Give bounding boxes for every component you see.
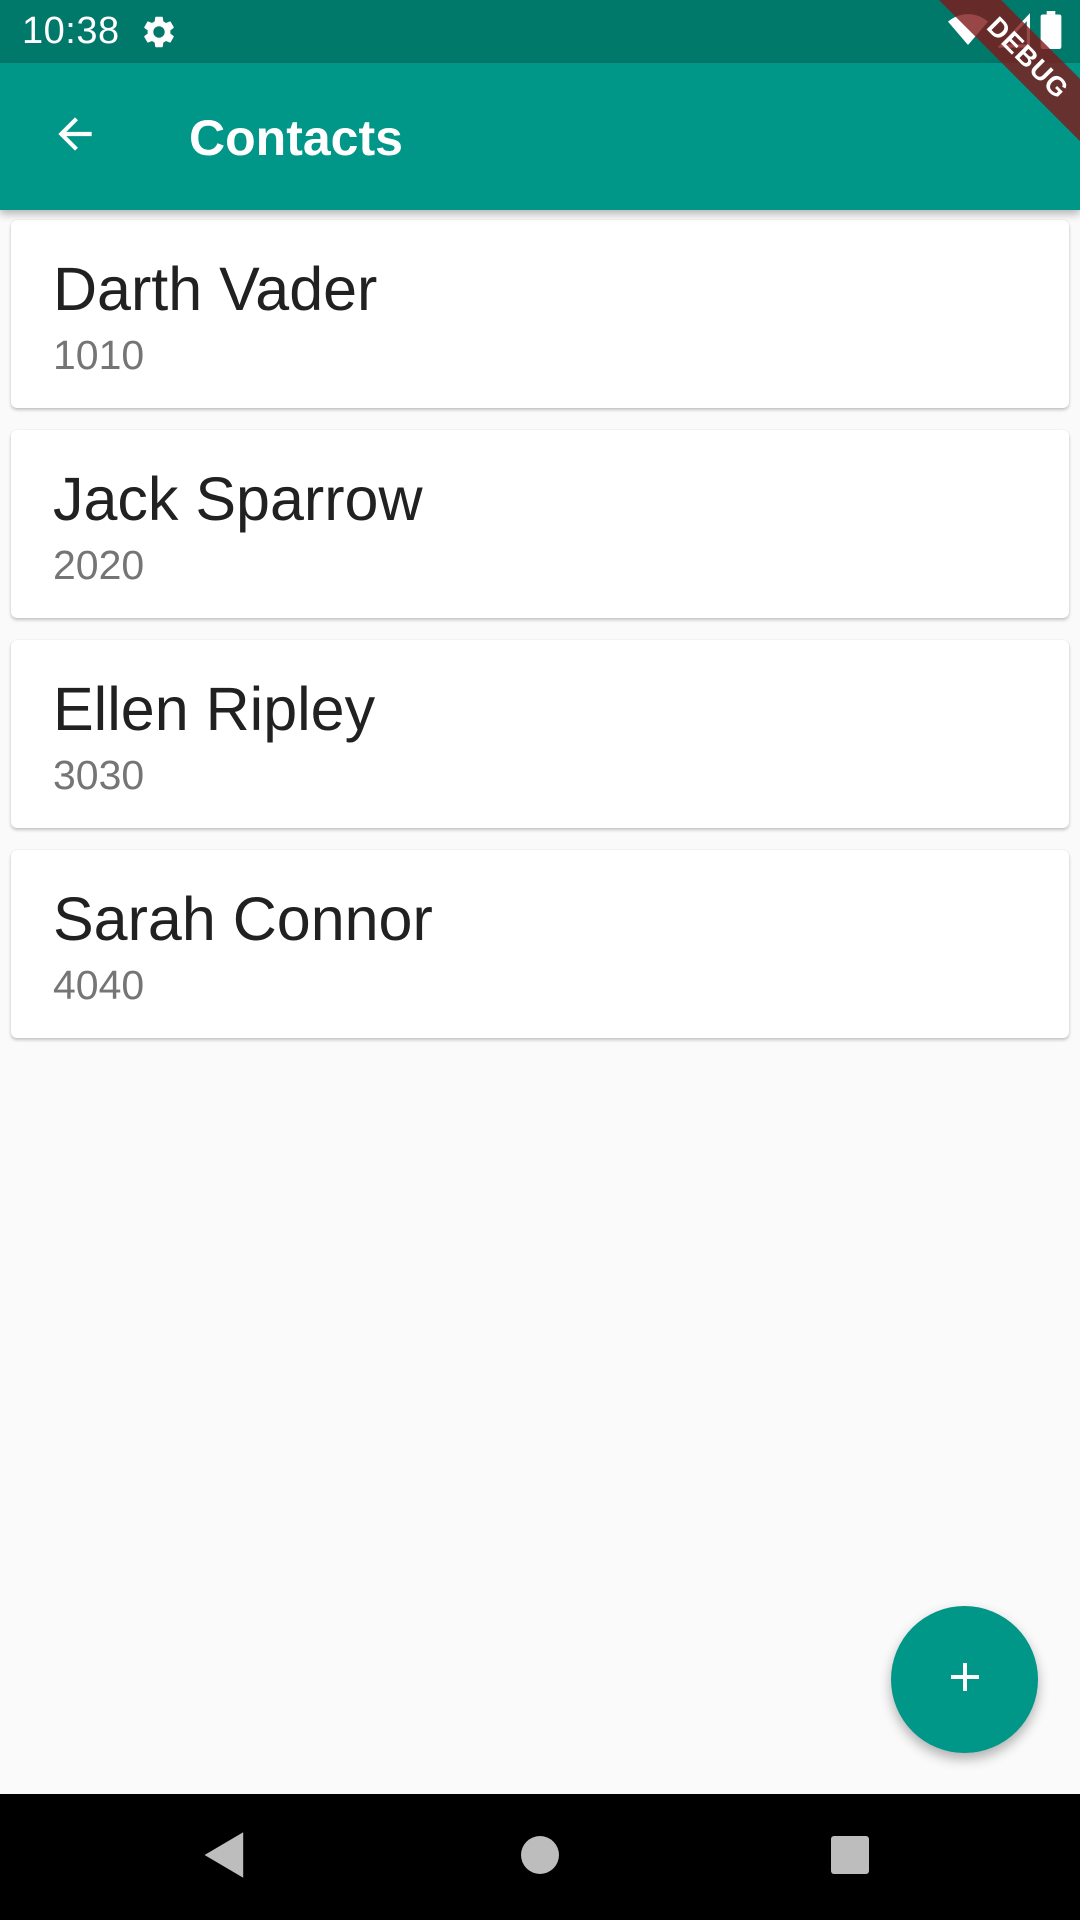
add-contact-button[interactable] (891, 1606, 1038, 1753)
contact-card[interactable]: Jack Sparrow 2020 (11, 430, 1069, 618)
app-bar: Contacts (0, 63, 1080, 210)
gear-icon (140, 13, 178, 51)
contact-name: Sarah Connor (53, 885, 433, 953)
contact-name: Ellen Ripley (53, 675, 376, 743)
nav-back-icon (202, 1830, 248, 1885)
nav-home-button[interactable] (501, 1818, 579, 1896)
status-bar: 10:38 (0, 0, 1080, 63)
contact-number: 3030 (53, 752, 145, 798)
wifi-icon (948, 13, 988, 52)
nav-back-button[interactable] (186, 1818, 264, 1896)
status-icons (948, 10, 1062, 54)
contact-number: 2020 (53, 542, 145, 588)
status-time: 10:38 (22, 10, 120, 52)
back-button[interactable] (38, 99, 112, 173)
nav-home-icon (520, 1835, 560, 1880)
contact-card[interactable]: Darth Vader 1010 (11, 220, 1069, 408)
contact-number: 4040 (53, 962, 145, 1008)
page-title: Contacts (189, 110, 403, 166)
cell-signal-icon (997, 12, 1030, 53)
contact-card[interactable]: Ellen Ripley 3030 (11, 640, 1069, 828)
nav-recents-button[interactable] (811, 1818, 889, 1896)
nav-recents-icon (830, 1835, 870, 1880)
contact-card[interactable]: Sarah Connor 4040 (11, 850, 1069, 1038)
plus-icon (941, 1653, 989, 1706)
contact-number: 1010 (53, 332, 145, 378)
arrow-back-icon (50, 109, 100, 164)
system-nav-bar (0, 1794, 1080, 1920)
contact-name: Jack Sparrow (53, 465, 423, 533)
battery-icon (1040, 10, 1062, 54)
contact-name: Darth Vader (53, 255, 378, 323)
